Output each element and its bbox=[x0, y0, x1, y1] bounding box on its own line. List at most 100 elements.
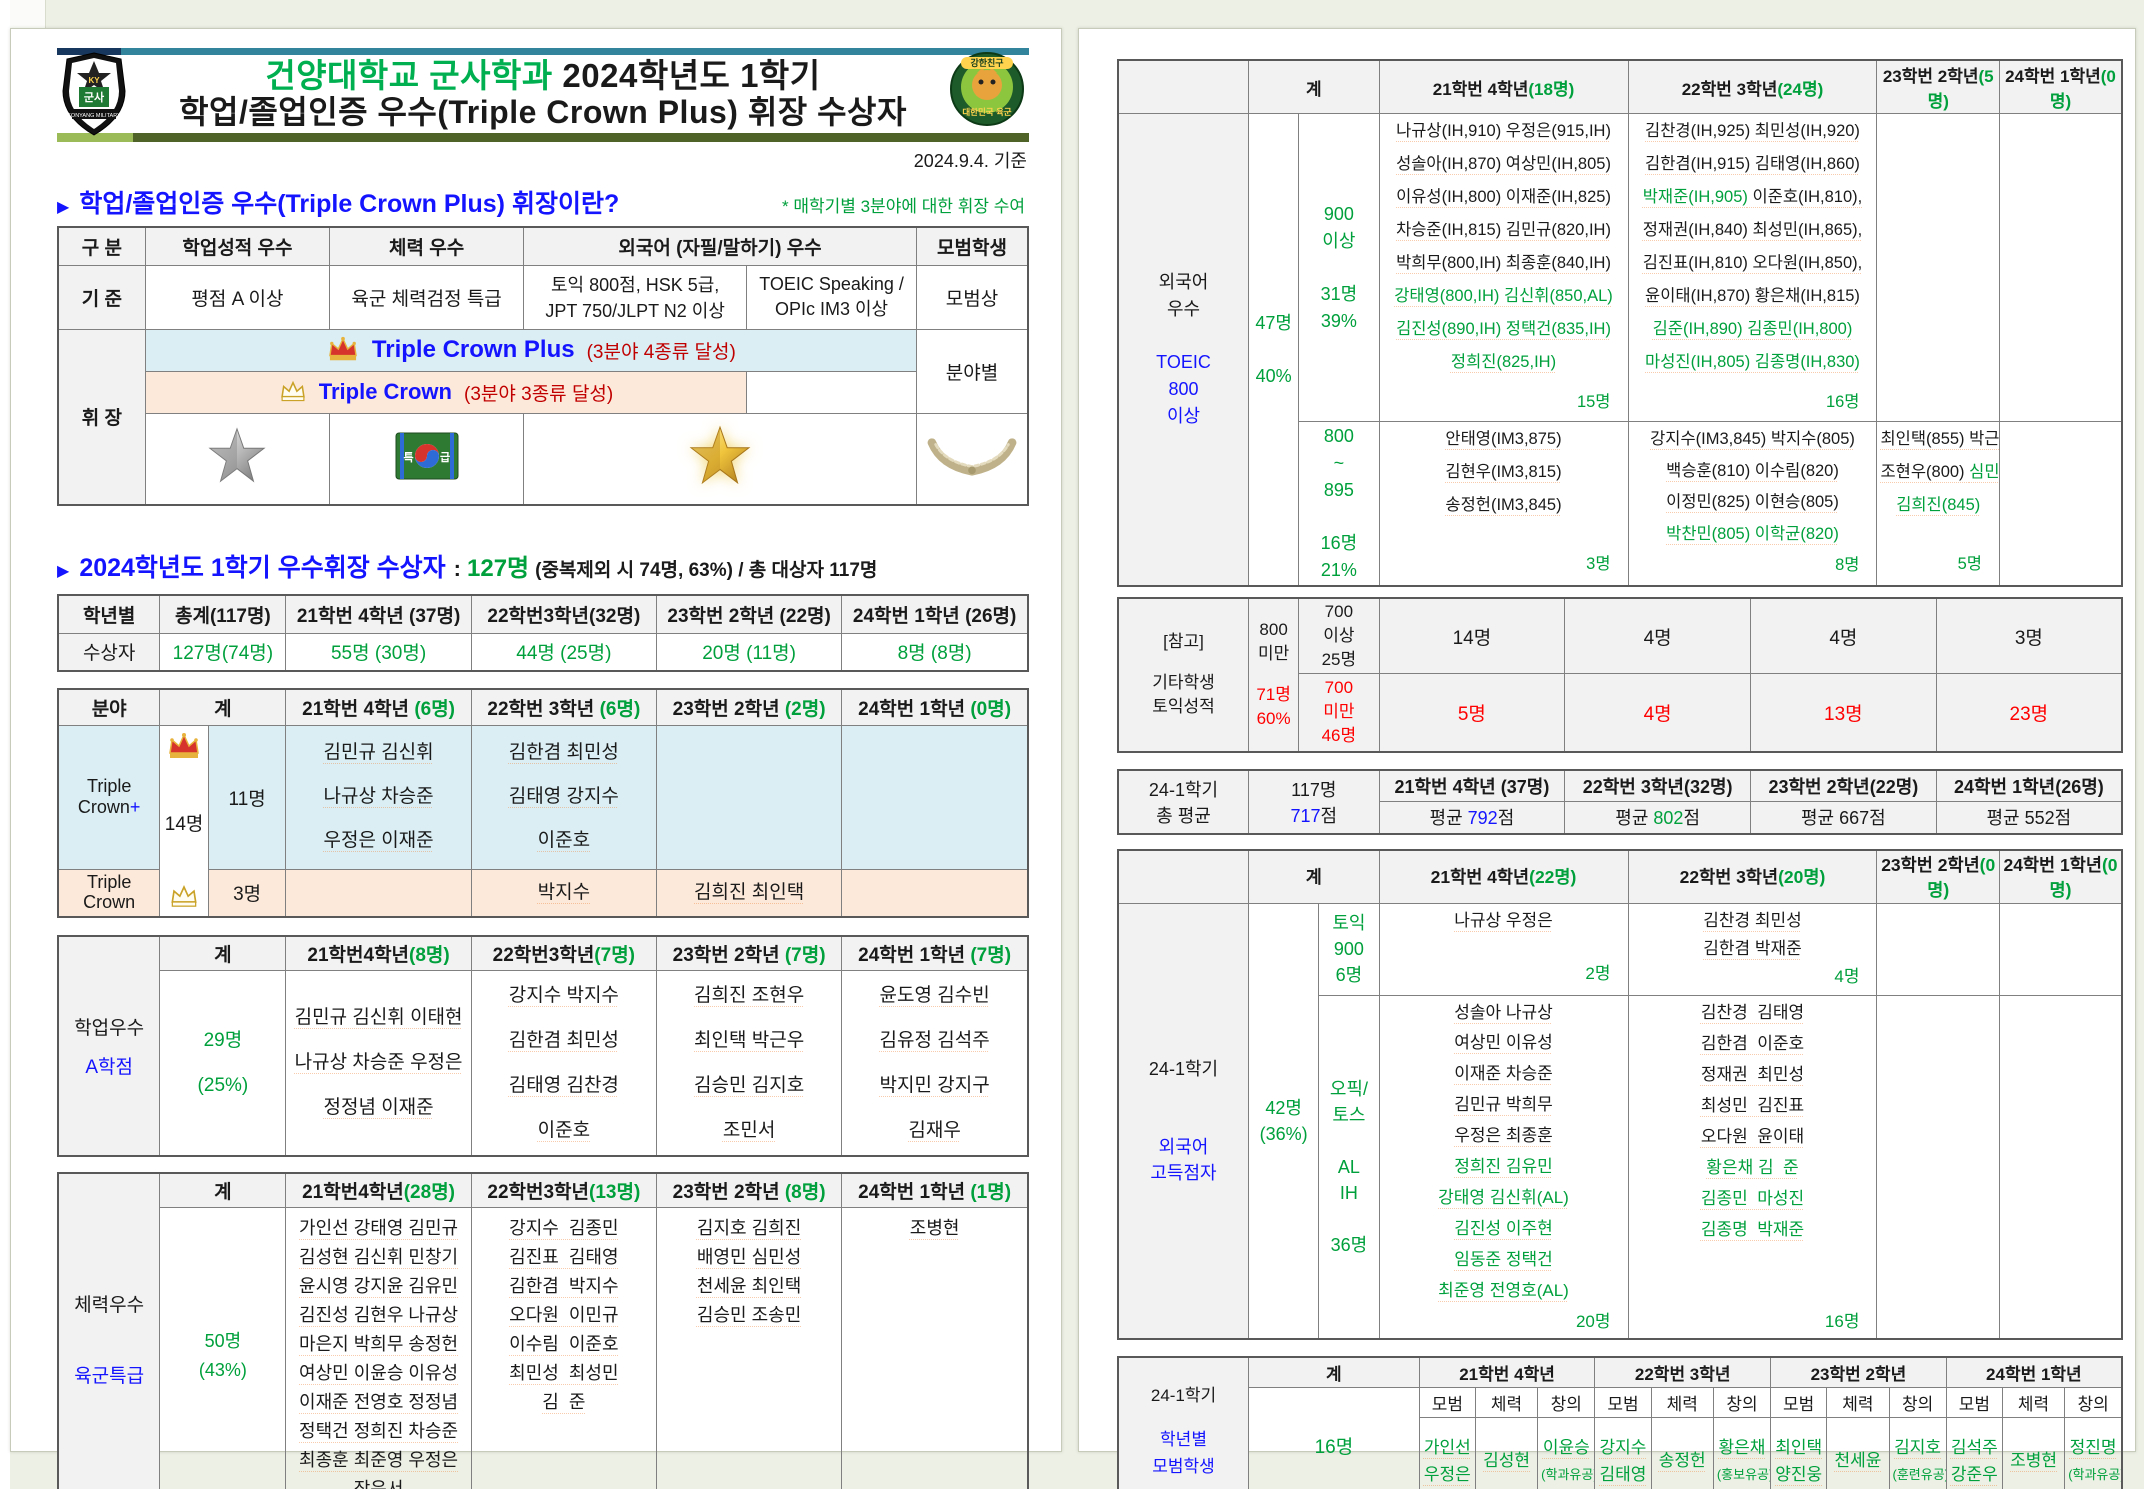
name-cell: 윤도영 김수빈김유정 김석주박지민 강지구김재우 bbox=[842, 970, 1028, 1156]
text-line: 외국어 bbox=[1122, 1134, 1245, 1160]
svg-text:급: 급 bbox=[440, 451, 450, 464]
header-cell: 분야 bbox=[58, 689, 160, 725]
text-line: 차승준(IH,815) 김민규(820,IH) bbox=[1383, 214, 1625, 247]
sub-header-cell: 체력 bbox=[1651, 1387, 1713, 1417]
text-line: 39% bbox=[1302, 308, 1375, 335]
count-cell: 4명 bbox=[1565, 674, 1751, 752]
text-line: ~ bbox=[1302, 450, 1375, 477]
sub-header-cell: 창의 bbox=[1538, 1387, 1595, 1417]
count-cell: 14명 bbox=[1379, 598, 1565, 674]
name-cell: 성솔아 나규상여상민 이유성이재준 차승준김민규 박희무우정은 최종훈정희진 김… bbox=[1379, 995, 1628, 1339]
text-line: 김찬경 김태영 bbox=[1632, 997, 1874, 1028]
text-line: 배영민 심민성 bbox=[660, 1243, 838, 1272]
text-line: 윤도영 김수빈 bbox=[845, 973, 1024, 1018]
count-cell: 50명(43%) bbox=[160, 1207, 286, 1489]
text-line: 오다원 윤이태 bbox=[1632, 1121, 1874, 1152]
text-line: 최인택(855) 박근우(835) bbox=[1880, 423, 1995, 456]
text-line: 강태영(800,IH) 김신휘(850,AL) bbox=[1383, 280, 1625, 313]
header-cell: 21학번 4학년 (37명) bbox=[286, 595, 471, 633]
text-line: 700 bbox=[1302, 676, 1375, 700]
name-cell: 나규상 우정은2명 bbox=[1379, 903, 1628, 995]
header-cell: 계 bbox=[160, 936, 286, 970]
count-cell: 5명 bbox=[1379, 674, 1565, 752]
text-line: 나규상(IH,910) 우정은(915,IH) bbox=[1383, 115, 1625, 148]
header-cell: 23학번 2학년 bbox=[1771, 1357, 1947, 1387]
name-cell: 김지호(훈련유공) bbox=[1889, 1417, 1946, 1489]
text-line: (홍보유공) bbox=[1717, 1461, 1767, 1488]
text-line: 강준우 bbox=[1950, 1461, 1999, 1488]
text-line: 800 bbox=[1302, 423, 1375, 450]
gold-crown-icon bbox=[279, 380, 307, 404]
sub-header-cell: 모범 bbox=[1946, 1387, 2002, 1417]
text-line: 이재준 차승준 bbox=[1383, 1058, 1625, 1089]
text-line: 윤이태(IH,870) 황은채(IH,815) bbox=[1632, 280, 1874, 313]
sub-header-cell: 체력 bbox=[2002, 1387, 2064, 1417]
header-cell: 24학번 1학년(0명) bbox=[1999, 850, 2122, 904]
bullet-arrow-icon: ▶ bbox=[57, 197, 69, 217]
text-line: 박지민 강지구 bbox=[845, 1063, 1024, 1108]
text-line: 조병현 bbox=[845, 1214, 1024, 1243]
text-line: 8명 bbox=[1632, 549, 1874, 581]
text-line bbox=[1122, 654, 1245, 671]
name-cell: 김성현 bbox=[1475, 1417, 1537, 1489]
text-line: 이정민(825) 이현승(805) bbox=[1632, 486, 1874, 518]
svg-text:군사: 군사 bbox=[84, 90, 105, 104]
row-label: 24-1학기학년별모범학생 bbox=[1118, 1357, 1249, 1489]
badge-cell bbox=[145, 413, 329, 505]
average-cell: 평균 667점 bbox=[1751, 802, 1937, 834]
text-line: 정진명 bbox=[2068, 1434, 2118, 1461]
text-line: 김희진 최인택 bbox=[660, 871, 838, 915]
header-cell: 21학번 4학년(18명) bbox=[1379, 60, 1628, 114]
text-line: 최인택 박근우 bbox=[660, 1018, 838, 1063]
text-line: (25%) bbox=[163, 1063, 282, 1108]
name-cell: 박지수 bbox=[471, 869, 656, 917]
eagle-wreath-badge-icon bbox=[924, 435, 1020, 477]
text-line: 장은서 bbox=[289, 1475, 467, 1489]
name-cell: 가인선우정은 bbox=[1419, 1417, 1475, 1489]
count-cell: 8명 (8명) bbox=[842, 633, 1028, 671]
triple-crown-plus-condition: (3분야 4종류 달성) bbox=[587, 337, 736, 364]
name-cell: 강지수 박지수김한겸 최민성김태영 김찬경이준호 bbox=[471, 970, 656, 1156]
text-line: 안태영(IM3,875) bbox=[1383, 423, 1625, 456]
header-cell: 외국어 (자필/말하기) 우수 bbox=[524, 227, 917, 265]
average-cell: 평균 552점 bbox=[1936, 802, 2122, 834]
total-cell: 47명40% bbox=[1249, 114, 1299, 587]
document-viewer: 군사 KONYANG MILITARY KY 건양대학교 군사학과 2024학년… bbox=[0, 0, 2144, 1489]
text-line: 최인택 bbox=[1774, 1434, 1823, 1461]
text-line: 강지수 bbox=[1598, 1434, 1647, 1461]
red-crown-icon bbox=[166, 732, 202, 762]
count-cell: 44명 (25명) bbox=[471, 633, 656, 671]
header-cell: 22학번3학년(32명) bbox=[471, 595, 656, 633]
page-right: 계 21학번 4학년(18명) 22학번 3학년(24명) 23학번 2학년(5… bbox=[1078, 28, 2136, 1452]
header-cell: 24학번 1학년 (7명) bbox=[842, 936, 1028, 970]
row-label: Triple Crown+ bbox=[58, 725, 160, 869]
section1-note: * 매학기별 3분야에 대한 휘장 수여 bbox=[782, 192, 1029, 217]
text-line bbox=[1122, 323, 1245, 349]
band-label-cell: 토익9006명 bbox=[1319, 903, 1379, 995]
header-cell: 24학번 1학년(0명) bbox=[1999, 60, 2122, 114]
text-line: 오픽/ bbox=[1322, 1076, 1375, 1102]
count-cell: 3명 bbox=[1936, 598, 2122, 674]
section1-title: 학업/졸업인증 우수(Triple Crown Plus) 휘장이란? bbox=[79, 184, 619, 220]
text-line bbox=[1252, 337, 1295, 363]
text-line: 60% bbox=[1252, 707, 1295, 731]
text-line: 임동준 정택건 bbox=[1383, 1244, 1625, 1275]
header-cell: 21학번4학년(28명) bbox=[286, 1173, 471, 1207]
text-line: 정재권(IH,840) 최성민(IH,865), bbox=[1632, 214, 1874, 247]
name-cell: 김희진 최인택 bbox=[656, 869, 841, 917]
text-line: 토익성적 bbox=[1122, 695, 1245, 719]
name-cell: 안태영(IM3,875)김현우(IM3,815)송정헌(IM3,845)3명 bbox=[1379, 422, 1628, 587]
text-line: 토익 bbox=[1322, 910, 1375, 936]
header-cell: 23학번 2학년 (8명) bbox=[656, 1173, 841, 1207]
header-cell: 총계(117명) bbox=[160, 595, 286, 633]
text-line: 고득점자 bbox=[1122, 1160, 1245, 1186]
header-cell: 22학번 3학년(24명) bbox=[1628, 60, 1877, 114]
total-cell: 42명(36%) bbox=[1249, 903, 1319, 1339]
text-line: 21% bbox=[1302, 557, 1375, 584]
header-cell: 계 bbox=[160, 1173, 286, 1207]
text-line: 윤시영 강지윤 김유민 bbox=[289, 1272, 467, 1301]
count-cell: 3명 bbox=[208, 869, 286, 917]
text-line bbox=[1302, 504, 1375, 530]
header-cell: 24학번 1학년 (1명) bbox=[842, 1173, 1028, 1207]
header-cell: 22학번3학년(13명) bbox=[471, 1173, 656, 1207]
